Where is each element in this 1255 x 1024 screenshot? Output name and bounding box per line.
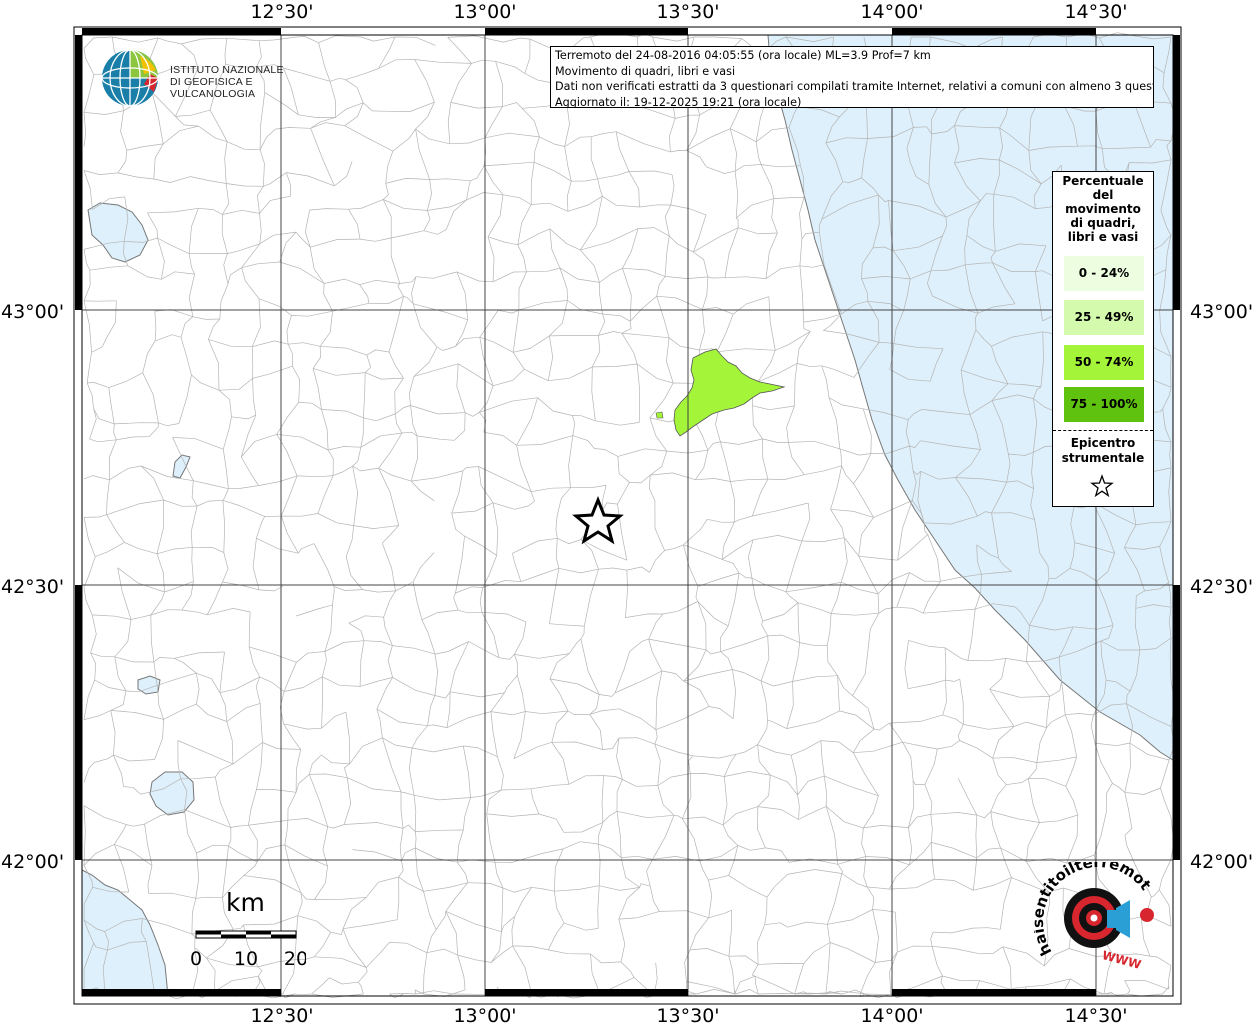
scale-bar-graphic: 0 10 20 [190, 930, 306, 968]
legend-star-icon [1090, 474, 1114, 498]
updated-line: Aggiornato il: 19-12-2025 19:21 (ora loc… [555, 95, 802, 108]
left-lat-label: 43°00' [1, 301, 64, 323]
top-lon-label: 12°30' [250, 1, 313, 23]
bottom-lon-label: 13°00' [453, 1005, 516, 1024]
globe-icon [101, 49, 159, 107]
logo-line-1: ISTITUTO NAZIONALE [170, 64, 284, 76]
top-lon-label: 13°00' [453, 1, 516, 23]
scale-bar: km 0 10 20 [186, 888, 306, 968]
right-lat-label: 42°00' [1190, 851, 1253, 873]
legend-epicenter-line: Epicentro [1070, 436, 1136, 450]
event-info-box: Terremoto del 24-08-2016 04:05:55 (ora l… [550, 46, 1154, 108]
legend: Percentuale del movimento di quadri, lib… [1052, 171, 1154, 507]
legend-title-line: libri e vasi [1067, 230, 1139, 244]
bottom-lon-label: 13°30' [656, 1005, 719, 1024]
scale-tick-label: 0 [190, 948, 202, 968]
legend-title: Percentuale del movimento di quadri, lib… [1053, 172, 1153, 244]
scale-tick-label: 20 [284, 948, 306, 968]
legend-title-line: di quadri, [1070, 216, 1136, 230]
legend-title-line: del [1092, 188, 1114, 202]
disclaimer-line: Dati non verificati estratti da 3 questi… [555, 80, 1154, 93]
haisentito-logo: haisentitoilterremoto.it WWW [1029, 848, 1174, 978]
scale-tick-label: 10 [234, 948, 258, 968]
legend-epicenter-line: strumentale [1061, 451, 1145, 465]
right-lat-label: 43°00' [1190, 301, 1253, 323]
left-lat-label: 42°00' [1, 851, 64, 873]
legend-class-0-24: 0 - 24% [1064, 256, 1144, 291]
brand-www: WWW [1101, 948, 1143, 972]
legend-title-line: movimento [1065, 202, 1141, 216]
legend-class-75-100: 75 - 100% [1064, 387, 1144, 422]
legend-title-line: Percentuale [1062, 174, 1144, 188]
top-lon-label: 14°30' [1064, 1, 1127, 23]
bottom-lon-label: 14°00' [860, 1005, 923, 1024]
event-line: Terremoto del 24-08-2016 04:05:55 (ora l… [555, 49, 931, 62]
logo-line-2: DI GEOFISICA E VULCANOLOGIA [170, 76, 256, 100]
legend-separator [1053, 430, 1153, 431]
haisentito-graphic: haisentitoilterremoto.it WWW [1029, 848, 1155, 972]
top-lon-label: 13°30' [656, 1, 719, 23]
ingv-logo: ISTITUTO NAZIONALE DI GEOFISICA E VULCAN… [100, 48, 320, 108]
legend-class-50-74: 50 - 74% [1064, 345, 1144, 380]
bottom-lon-label: 14°30' [1064, 1005, 1127, 1024]
felt-area-fragment [655, 411, 664, 419]
top-lon-label: 14°00' [860, 1, 923, 23]
parameter-line: Movimento di quadri, libri e vasi [555, 64, 736, 78]
left-lat-label: 42°30' [1, 576, 64, 598]
legend-class-25-49: 25 - 49% [1064, 300, 1144, 335]
right-lat-label: 42°30' [1190, 576, 1253, 598]
bottom-lon-label: 12°30' [250, 1005, 313, 1024]
legend-epicenter-label: Epicentro strumentale [1053, 436, 1153, 466]
